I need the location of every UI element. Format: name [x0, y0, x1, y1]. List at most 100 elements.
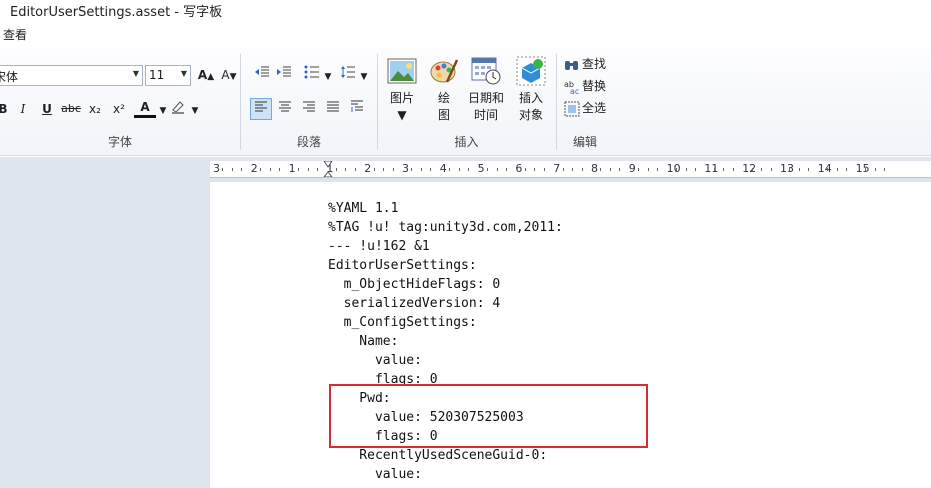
document-line[interactable]: --- !u!162 &1	[328, 239, 430, 254]
chevron-down-icon[interactable]: ▼	[353, 64, 375, 86]
ruler-number: 10	[666, 162, 681, 175]
document-line[interactable]: %YAML 1.1	[328, 201, 398, 216]
ruler-tick	[619, 168, 621, 171]
ruler-tick	[316, 168, 318, 171]
ruler-tick	[534, 168, 536, 171]
ruler-tick	[392, 168, 394, 171]
ruler-tick	[770, 168, 772, 171]
select-all-button[interactable]: 全选	[564, 99, 606, 119]
font-name-value: 宋体	[0, 70, 19, 84]
replace-icon: ab ac	[564, 79, 580, 96]
ruler-tick	[600, 168, 602, 171]
ruler-number: 1	[288, 162, 296, 175]
insert-object-button[interactable]: 插入 对象	[509, 52, 553, 128]
object-icon	[516, 56, 546, 86]
calendar-clock-icon	[471, 56, 501, 86]
edit-group-label: 编辑	[572, 135, 597, 149]
document-line[interactable]: m_ObjectHideFlags: 0	[328, 277, 501, 292]
font-name-combo[interactable]: 宋体 ▼	[0, 65, 143, 86]
ribbon: 宋体 ▼ 11 ▼ A▲ A▼ B I U abc x₂ x² A ▼ ▼ 字体	[0, 48, 931, 156]
ruler-tick	[279, 168, 281, 171]
shrink-font-label: A	[221, 68, 230, 82]
ruler-number: 3	[402, 162, 409, 175]
underline-button[interactable]: U	[36, 98, 58, 120]
highlight-annotation-box	[329, 384, 648, 448]
paint-label-1: 绘	[437, 91, 450, 105]
menu-view[interactable]: 查看	[3, 26, 27, 43]
ruler-tick	[685, 168, 687, 171]
align-center-icon[interactable]	[274, 98, 296, 120]
binoculars-icon	[564, 57, 580, 73]
shrink-font-button[interactable]: A▼	[218, 64, 240, 86]
datetime-label-2: 时间	[473, 108, 498, 122]
document-line[interactable]: value:	[328, 467, 422, 482]
select-all-label: 全选	[582, 101, 607, 115]
ruler-number: 13	[780, 162, 794, 175]
ruler-number: 3	[213, 162, 220, 175]
ruler-tick	[373, 168, 375, 171]
document-line[interactable]: m_ConfigSettings:	[328, 315, 477, 330]
ruler-tick	[789, 168, 791, 171]
insert-group: 图片 ▼ 绘 图 日期和 时间 插入 对象 插入	[378, 52, 555, 152]
italic-button[interactable]: I	[12, 98, 34, 120]
insert-object-label-1: 插入	[518, 91, 543, 105]
ruler-number: 5	[477, 162, 485, 175]
ruler-tick	[647, 168, 649, 171]
ruler-tick	[524, 168, 526, 171]
justify-icon[interactable]	[322, 98, 344, 120]
ruler-number: 15	[855, 162, 870, 175]
document-line[interactable]: EditorUserSettings:	[328, 258, 477, 273]
chevron-down-icon[interactable]: ▼	[317, 64, 339, 86]
replace-button[interactable]: ab ac 替换	[564, 77, 606, 97]
document-line[interactable]: %TAG !u! tag:unity3d.com,2011:	[328, 220, 563, 235]
grow-arrow-icon: ▲	[207, 72, 215, 82]
datetime-button[interactable]: 日期和 时间	[464, 52, 508, 128]
document-line[interactable]: value:	[328, 353, 422, 368]
paint-palette-icon	[429, 56, 459, 86]
font-size-value: 11	[149, 68, 165, 82]
ruler-tick	[761, 168, 763, 171]
ruler-tick	[883, 168, 885, 171]
align-left-icon[interactable]	[250, 98, 272, 120]
menu-bar: 查看	[0, 20, 931, 48]
picture-button[interactable]: 图片 ▼	[382, 52, 422, 128]
ruler-tick	[458, 168, 460, 171]
ruler[interactable]: 3 2 1 1 2 3 4 5 6 7 8 9 10 11 12 13 14 15	[210, 161, 931, 178]
font-size-combo[interactable]: 11 ▼	[145, 65, 191, 86]
paragraph-icon[interactable]	[346, 98, 368, 120]
ruler-tick	[827, 168, 829, 171]
ruler-number: 2	[364, 162, 372, 175]
chevron-down-icon[interactable]: ▼	[184, 98, 206, 120]
chevron-down-icon[interactable]: ▼	[133, 69, 139, 78]
find-button[interactable]: 查找	[564, 55, 606, 75]
subscript-button[interactable]: x₂	[84, 98, 106, 120]
ruler-tick	[713, 168, 715, 171]
select-all-icon	[564, 101, 580, 117]
ruler-tick	[572, 168, 574, 171]
ruler-tick	[723, 168, 725, 171]
strikethrough-button[interactable]: abc	[60, 98, 82, 120]
ruler-tick	[430, 168, 432, 171]
grow-font-button[interactable]: A▲	[195, 64, 217, 86]
ruler-tick	[298, 168, 300, 171]
ruler-tick	[562, 168, 564, 171]
document-line[interactable]: RecentlyUsedSceneGuid-0:	[328, 448, 547, 463]
ruler-number: 12	[742, 162, 757, 175]
ruler-tick	[808, 168, 810, 171]
ruler-number: 6	[515, 162, 523, 175]
align-right-icon[interactable]	[298, 98, 320, 120]
ruler-tick	[836, 168, 838, 171]
superscript-button[interactable]: x²	[108, 98, 130, 120]
ruler-number: 11	[704, 162, 719, 175]
document-line[interactable]: Name:	[328, 334, 398, 349]
chevron-down-icon[interactable]: ▼	[181, 69, 187, 78]
decrease-indent-icon[interactable]	[251, 64, 273, 86]
ruler-tick	[420, 168, 422, 171]
ruler-tick	[496, 168, 498, 171]
ruler-tick	[411, 168, 413, 171]
ruler-tick	[846, 168, 848, 171]
document-line[interactable]: serializedVersion: 4	[328, 296, 501, 311]
paint-button[interactable]: 绘 图	[424, 52, 464, 128]
increase-indent-icon[interactable]	[273, 64, 295, 86]
indent-marker-icon[interactable]	[323, 161, 333, 177]
